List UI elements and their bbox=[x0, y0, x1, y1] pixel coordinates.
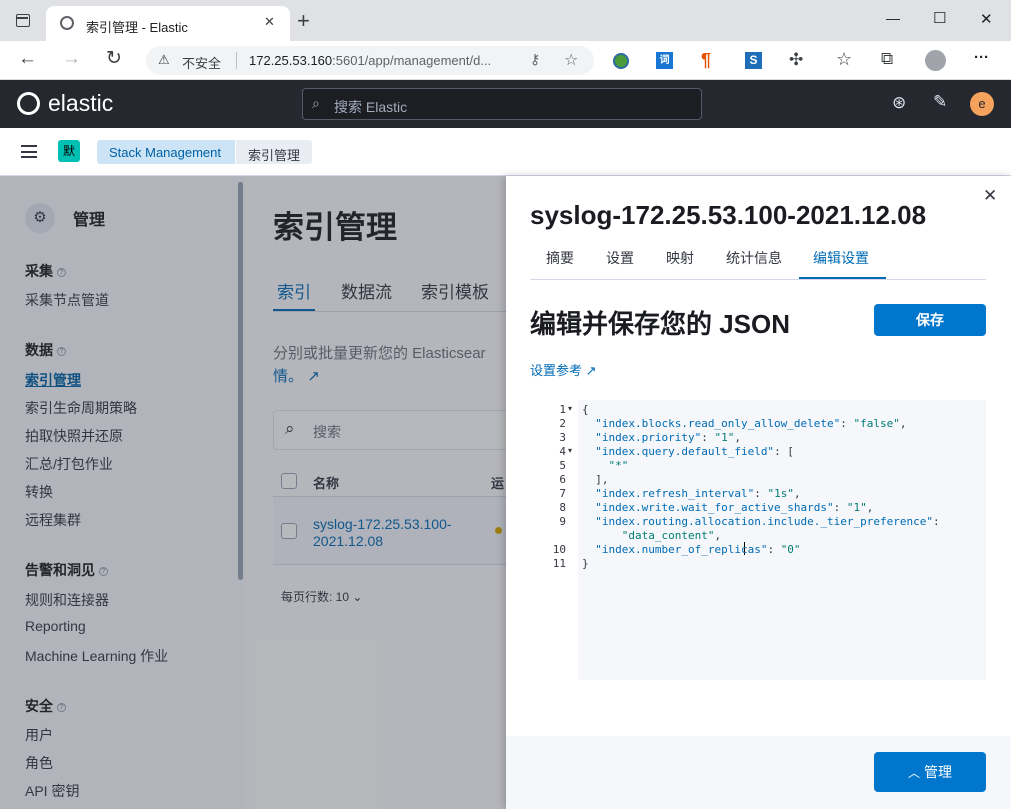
help-icon[interactable]: ⊛ bbox=[892, 93, 906, 113]
line-number: 5 bbox=[559, 459, 566, 472]
browser-tab[interactable]: 索引管理 - Elastic ✕ bbox=[46, 6, 290, 41]
tab-settings[interactable]: 设置 bbox=[606, 248, 634, 268]
minimize-button[interactable]: — bbox=[886, 10, 900, 26]
extension-dict-icon[interactable]: 词 bbox=[656, 52, 673, 69]
brand-name[interactable]: elastic bbox=[48, 90, 113, 117]
global-search-input[interactable]: ⌕ 搜索 Elastic bbox=[302, 88, 702, 120]
manage-button[interactable]: ︿ 管理 bbox=[874, 752, 986, 792]
tab-close-icon[interactable]: ✕ bbox=[264, 14, 275, 30]
tab-edit-settings[interactable]: 编辑设置 bbox=[813, 248, 869, 268]
back-icon[interactable]: ← bbox=[18, 48, 37, 70]
code-line: ], bbox=[582, 473, 609, 486]
elastic-logo-dot bbox=[24, 99, 33, 108]
elastic-favicon-icon bbox=[60, 16, 74, 30]
kibana-header: elastic ⌕ 搜索 Elastic ⊛ ✎ e bbox=[0, 80, 1011, 128]
search-placeholder: 搜索 Elastic bbox=[334, 99, 408, 115]
code-line: "index.query.default_field": [ bbox=[595, 445, 794, 458]
chevron-up-icon: ︿ bbox=[908, 766, 921, 780]
extension-globe-icon[interactable] bbox=[613, 53, 629, 69]
maximize-button[interactable]: ☐ bbox=[933, 9, 946, 27]
tab-stats[interactable]: 统计信息 bbox=[726, 248, 782, 268]
add-favorite-icon[interactable]: ☆ bbox=[564, 50, 578, 70]
code-line: "index.write.wait_for_active_shards": "1… bbox=[595, 501, 874, 514]
extension-paragraph-icon[interactable]: ¶ bbox=[701, 50, 711, 71]
fold-caret-icon[interactable]: ▾ bbox=[568, 404, 572, 413]
browser-toolbar: ← → ↻ ⚠ 不安全 172.25.53.160:5601/app/manag… bbox=[0, 41, 1011, 80]
extensions-puzzle-icon[interactable]: ✣ bbox=[789, 50, 803, 70]
warning-icon: ⚠ bbox=[158, 52, 170, 67]
tab-mappings[interactable]: 映射 bbox=[666, 248, 694, 268]
new-tab-button[interactable]: + bbox=[297, 8, 310, 34]
code-line: } bbox=[582, 557, 589, 570]
modal-overlay[interactable] bbox=[0, 176, 506, 809]
profile-avatar[interactable] bbox=[925, 50, 946, 71]
newsfeed-icon[interactable]: ✎ bbox=[933, 92, 947, 112]
breadcrumb-bar: 默 Stack Management 索引管理 bbox=[0, 128, 1011, 176]
code-line: "index.refresh_interval": "1s", bbox=[595, 487, 801, 500]
favorites-icon[interactable]: ☆ bbox=[836, 49, 852, 70]
space-badge[interactable]: 默 bbox=[58, 140, 80, 162]
code-line: { bbox=[582, 403, 589, 416]
line-number: 3 bbox=[559, 431, 566, 444]
index-details-flyout: ✕ syslog-172.25.53.100-2021.12.08 摘要 设置 … bbox=[506, 176, 1011, 809]
line-number: 6 bbox=[559, 473, 566, 486]
code-line: "index.routing.allocation.include._tier_… bbox=[595, 515, 940, 528]
line-number: 2 bbox=[559, 417, 566, 430]
settings-reference-link[interactable]: 设置参考 ↗ bbox=[530, 360, 597, 379]
line-number: 10 bbox=[552, 543, 566, 556]
more-menu-button[interactable]: ··· bbox=[974, 49, 989, 66]
code-line: "data_content", bbox=[621, 529, 722, 542]
save-button[interactable]: 保存 bbox=[874, 304, 986, 336]
flyout-title: syslog-172.25.53.100-2021.12.08 bbox=[530, 200, 927, 230]
forward-icon[interactable]: → bbox=[62, 48, 81, 70]
menu-toggle-icon[interactable] bbox=[21, 145, 37, 158]
breadcrumb-stack-management[interactable]: Stack Management bbox=[97, 140, 236, 164]
user-avatar[interactable]: e bbox=[970, 92, 994, 116]
line-number: 9 bbox=[559, 515, 566, 528]
line-number: 7 bbox=[559, 487, 566, 500]
key-icon[interactable]: ⚷ bbox=[530, 51, 540, 68]
address-bar[interactable]: ⚠ 不安全 172.25.53.160:5601/app/management/… bbox=[146, 46, 594, 75]
code-line: "index.number_of_replicas": "0" bbox=[595, 543, 801, 556]
code-line: "index.priority": "1", bbox=[595, 431, 741, 444]
tab-title: 索引管理 - Elastic bbox=[86, 20, 188, 35]
external-link-icon: ↗ bbox=[585, 363, 597, 378]
code-line: "index.blocks.read_only_allow_delete": "… bbox=[595, 417, 907, 430]
extension-s-icon[interactable]: S bbox=[745, 52, 762, 69]
line-number: 1 bbox=[559, 403, 566, 416]
reload-icon[interactable]: ↻ bbox=[106, 47, 122, 70]
url-text: 172.25.53.160:5601/app/management/d... bbox=[249, 53, 492, 68]
edit-heading: 编辑并保存您的 JSON bbox=[530, 309, 791, 339]
line-number: 11 bbox=[552, 557, 566, 570]
code-line: "*" bbox=[608, 459, 629, 472]
close-icon[interactable]: ✕ bbox=[983, 186, 997, 206]
close-window-button[interactable]: ✕ bbox=[980, 10, 993, 28]
fold-caret-icon[interactable]: ▾ bbox=[568, 446, 572, 455]
collections-icon[interactable]: ⧉ bbox=[881, 49, 893, 69]
search-icon: ⌕ bbox=[312, 95, 320, 111]
json-editor[interactable]: 1 ▾{2 "index.blocks.read_only_allow_delet… bbox=[530, 400, 986, 680]
browser-tab-bar: 索引管理 - Elastic ✕ + — ☐ ✕ bbox=[0, 0, 1011, 41]
security-label: 不安全 bbox=[182, 56, 222, 71]
tab-actions-icon[interactable] bbox=[16, 14, 30, 27]
breadcrumb-current: 索引管理 bbox=[236, 140, 313, 164]
line-number: 8 bbox=[559, 501, 566, 514]
tab-summary[interactable]: 摘要 bbox=[546, 248, 574, 268]
line-number: 4 bbox=[559, 445, 566, 458]
flyout-footer: ︿ 管理 bbox=[506, 736, 1011, 809]
